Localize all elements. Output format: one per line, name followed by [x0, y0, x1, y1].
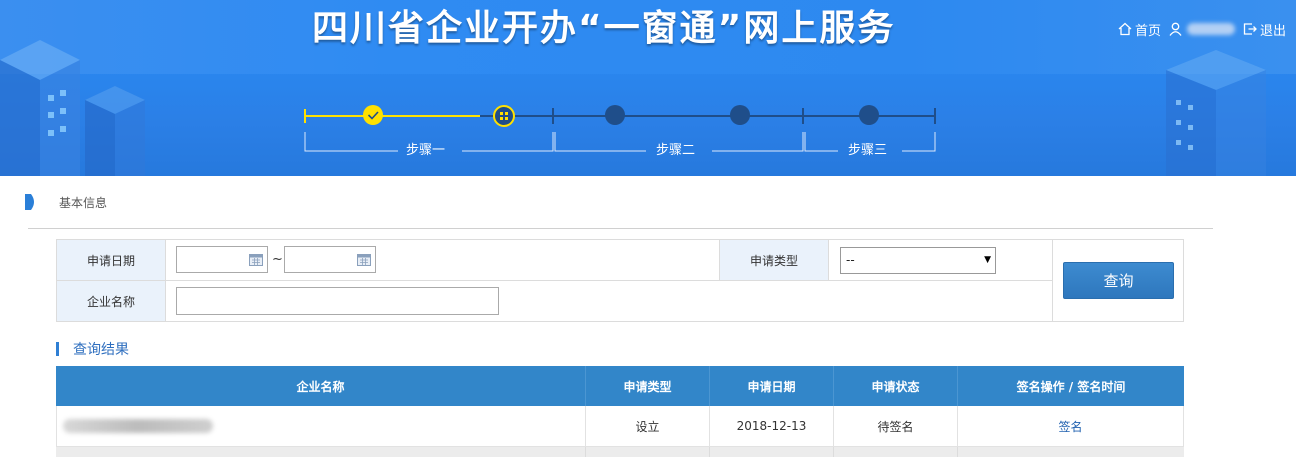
column-header-sign[interactable]: 签名操作 / 签名时间 [958, 366, 1184, 406]
username-redacted [1186, 23, 1235, 35]
step-node-pending [605, 105, 625, 125]
table-header: 企业名称 申请类型 申请日期 申请状态 签名操作 / 签名时间 [56, 366, 1184, 406]
sign-link[interactable]: 签名 [1058, 418, 1082, 435]
step-node-completed [363, 105, 383, 125]
column-header-status[interactable]: 申请状态 [834, 366, 958, 406]
step-three-label: 步骤三 [848, 143, 888, 158]
logout-link[interactable]: 退出 [1243, 20, 1286, 39]
home-link[interactable]: 首页 [1118, 20, 1161, 39]
heading-accent-bar [56, 342, 59, 356]
apply-type-select[interactable]: -- ▼ [840, 247, 996, 274]
logout-icon [1243, 23, 1257, 35]
results-heading: 查询结果 [56, 340, 129, 358]
company-name-cell [56, 406, 586, 446]
calendar-icon[interactable] [357, 253, 371, 266]
company-name-redacted [63, 419, 213, 433]
header-banner: 四川省企业开办“一窗通”网上服务 首页 退出 步骤一 步骤二 步骤三 [0, 0, 1296, 176]
page-title: 四川省企业开办“一窗通”网上服务 [312, 8, 896, 49]
apply-type-label: 申请类型 [719, 240, 829, 280]
table-row[interactable] [56, 447, 1184, 457]
apply-date-label: 申请日期 [57, 240, 166, 280]
search-form: 申请日期 ~ 申请类型 -- ▼ 企业名称 查询 [56, 239, 1184, 322]
date-range-separator: ~ [272, 252, 283, 267]
column-header-type[interactable]: 申请类型 [586, 366, 710, 406]
progress-stepper: 步骤一 步骤二 步骤三 [0, 96, 1296, 166]
home-label: 首页 [1134, 23, 1161, 39]
logout-label: 退出 [1259, 23, 1286, 39]
dropdown-arrow-icon: ▼ [984, 255, 991, 265]
calendar-icon[interactable] [249, 253, 263, 266]
apply-date-end-input[interactable] [284, 246, 376, 273]
user-menu[interactable] [1169, 22, 1235, 36]
apply-type-value: -- [846, 253, 855, 267]
step-two-label: 步骤二 [656, 143, 696, 158]
section-arrow-icon [25, 194, 34, 210]
section-divider [28, 228, 1213, 229]
apply-date-start-input[interactable] [176, 246, 268, 273]
company-name-label: 企业名称 [57, 281, 166, 321]
column-header-date[interactable]: 申请日期 [710, 366, 834, 406]
step-node-current [493, 105, 515, 127]
apply-date-cell: 2018-12-13 [710, 406, 834, 446]
column-header-company[interactable]: 企业名称 [56, 366, 586, 406]
results-table: 企业名称 申请类型 申请日期 申请状态 签名操作 / 签名时间 设立 2018-… [56, 366, 1184, 457]
header-nav: 首页 退出 [1110, 18, 1286, 40]
user-icon [1169, 22, 1182, 36]
apply-type-cell: 设立 [586, 406, 710, 446]
table-row[interactable]: 设立 2018-12-13 待签名 签名 [56, 406, 1184, 447]
home-icon [1118, 22, 1132, 36]
company-name-input[interactable] [176, 287, 499, 315]
apply-status-cell: 待签名 [834, 406, 958, 446]
results-title: 查询结果 [73, 342, 129, 358]
step-one-label: 步骤一 [406, 143, 446, 158]
breadcrumb-label: 基本信息 [59, 195, 108, 210]
breadcrumb: 基本信息 [22, 193, 107, 211]
sign-cell: 签名 [958, 406, 1184, 446]
step-node-pending [730, 105, 750, 125]
step-node-pending [859, 105, 879, 125]
search-button[interactable]: 查询 [1063, 262, 1174, 299]
stepper-track [304, 105, 936, 152]
